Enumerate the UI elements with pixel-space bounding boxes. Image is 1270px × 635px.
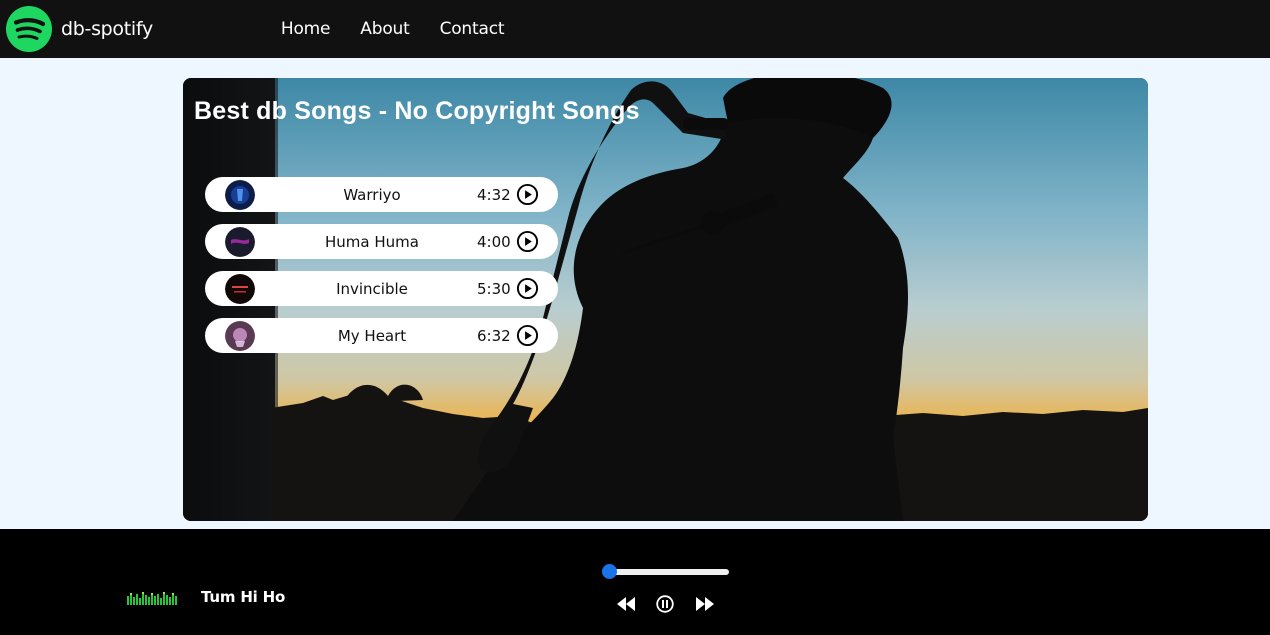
song-duration: 6:32 — [477, 326, 511, 345]
song-item-invincible[interactable]: Invincible 5:30 — [205, 271, 558, 306]
song-cover-image — [225, 273, 255, 304]
progress-track — [603, 569, 729, 575]
player-bar: Tum Hi Ho — [0, 529, 1270, 635]
nav-links: Home About Contact — [281, 19, 534, 39]
play-circle-icon[interactable] — [516, 230, 539, 253]
play-circle-icon[interactable] — [516, 324, 539, 347]
song-list: Warriyo 4:32 Huma Huma 4:00 Invincible 5… — [205, 177, 558, 365]
song-duration: 5:30 — [477, 279, 511, 298]
progress-thumb[interactable] — [602, 564, 617, 579]
forward-icon[interactable] — [696, 597, 714, 611]
song-duration: 4:00 — [477, 232, 511, 251]
song-banner: Best db Songs - No Copyright Songs Warri… — [183, 78, 1148, 521]
navbar: db-spotify Home About Contact — [0, 0, 1270, 58]
song-name: My Heart — [337, 326, 407, 345]
equalizer-icon — [127, 592, 177, 605]
nav-link-about[interactable]: About — [360, 19, 409, 39]
brand-link[interactable]: db-spotify — [6, 6, 153, 52]
brand-name: db-spotify — [61, 18, 153, 40]
play-circle-icon[interactable] — [516, 183, 539, 206]
now-playing-title: Tum Hi Ho — [201, 588, 286, 606]
song-name: Huma Huma — [325, 232, 419, 251]
page-title: Best db Songs - No Copyright Songs — [194, 97, 640, 125]
nav-link-contact[interactable]: Contact — [440, 19, 505, 39]
song-item-warriyo[interactable]: Warriyo 4:32 — [205, 177, 558, 212]
song-name: Warriyo — [343, 185, 401, 204]
nav-link-home[interactable]: Home — [281, 19, 331, 39]
backward-icon[interactable] — [617, 597, 635, 611]
song-cover-image — [225, 320, 255, 351]
song-duration: 4:32 — [477, 185, 511, 204]
song-cover-image — [225, 179, 255, 210]
song-cover-image — [225, 226, 255, 257]
pause-icon[interactable] — [656, 595, 674, 613]
song-item-my-heart[interactable]: My Heart 6:32 — [205, 318, 558, 353]
song-item-huma-huma[interactable]: Huma Huma 4:00 — [205, 224, 558, 259]
spotify-logo-icon — [6, 6, 52, 52]
play-circle-icon[interactable] — [516, 277, 539, 300]
song-name: Invincible — [336, 279, 408, 298]
progress-slider[interactable] — [602, 564, 729, 579]
